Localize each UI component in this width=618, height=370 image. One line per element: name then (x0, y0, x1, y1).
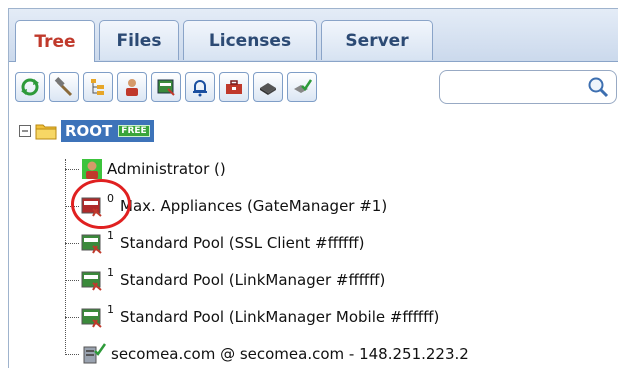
license-green-icon (81, 308, 102, 328)
license-green-icon (81, 271, 102, 291)
disk-check-button[interactable] (287, 72, 317, 102)
tree-item-label: Standard Pool (SSL Client #ffffff) (120, 234, 365, 252)
app-frame: Tree Files Licenses Server ROOT FREE Adm… (8, 8, 618, 368)
tree-view-button[interactable] (83, 72, 113, 102)
refresh-button[interactable] (15, 72, 45, 102)
disk-icon (260, 83, 276, 95)
folder-icon (35, 124, 57, 140)
item-count: 1 (107, 302, 114, 316)
check-disk-icon (294, 79, 312, 93)
tree-item-label: secomea.com @ secomea.com - 148.251.223.… (111, 345, 469, 363)
tree-view-icon (91, 79, 104, 95)
tree-root[interactable]: ROOT FREE (19, 115, 154, 147)
item-count: 1 (107, 265, 114, 279)
tree-item-label: Standard Pool (LinkManager #ffffff) (120, 271, 386, 289)
search-icon[interactable] (586, 75, 610, 99)
collapse-icon[interactable] (19, 125, 31, 137)
tab-licenses[interactable]: Licenses (183, 20, 317, 60)
add-user-button[interactable] (117, 72, 147, 102)
tab-bar: Tree Files Licenses Server (9, 9, 618, 62)
tree-item-ssl-client[interactable]: 1 Standard Pool (SSL Client #ffffff) (81, 227, 364, 259)
search-input[interactable] (448, 77, 582, 99)
tree-branch-line (65, 354, 79, 355)
bell-icon (193, 80, 207, 97)
tree-item-linkmanager[interactable]: 1 Standard Pool (LinkManager #ffffff) (81, 264, 385, 296)
toolbox-icon (226, 80, 242, 94)
tree-branch-line (65, 169, 79, 170)
disk-button[interactable] (253, 72, 283, 102)
tools-button[interactable] (49, 72, 79, 102)
tree-item-label: Max. Appliances (GateManager #1) (120, 197, 388, 215)
toolbox-button[interactable] (219, 72, 249, 102)
tree-branch-line (65, 280, 79, 281)
hammer-icon (54, 77, 73, 97)
tree-item-linkmanager-mobile[interactable]: 1 Standard Pool (LinkManager Mobile #fff… (81, 301, 439, 333)
add-appliance-button[interactable] (151, 72, 181, 102)
server-check-icon (83, 343, 107, 364)
alarm-button[interactable] (185, 72, 215, 102)
item-count: 1 (107, 228, 114, 242)
license-green-icon (81, 234, 102, 254)
user-icon (82, 159, 102, 179)
root-name: ROOT (65, 122, 113, 140)
tree-item-label: Standard Pool (LinkManager Mobile #fffff… (120, 308, 440, 326)
tab-tree[interactable]: Tree (15, 20, 95, 62)
appliance-icon (157, 79, 175, 96)
free-badge: FREE (118, 125, 150, 137)
user-icon (126, 79, 138, 96)
highlight-circle (71, 179, 131, 229)
tree-item-label: Administrator () (107, 160, 226, 178)
tree-panel: ROOT FREE Administrator () 0 Max. Applia… (9, 115, 618, 368)
root-label[interactable]: ROOT FREE (61, 120, 154, 142)
search-box (439, 70, 617, 104)
tree-item-server[interactable]: secomea.com @ secomea.com - 148.251.223.… (81, 338, 469, 370)
toolbar (9, 62, 618, 114)
tab-server[interactable]: Server (321, 20, 433, 60)
refresh-icon (21, 78, 39, 96)
tree-branch-line (65, 317, 79, 318)
tree-guide-line (65, 159, 66, 355)
tree-branch-line (65, 243, 79, 244)
tab-files[interactable]: Files (99, 20, 179, 60)
